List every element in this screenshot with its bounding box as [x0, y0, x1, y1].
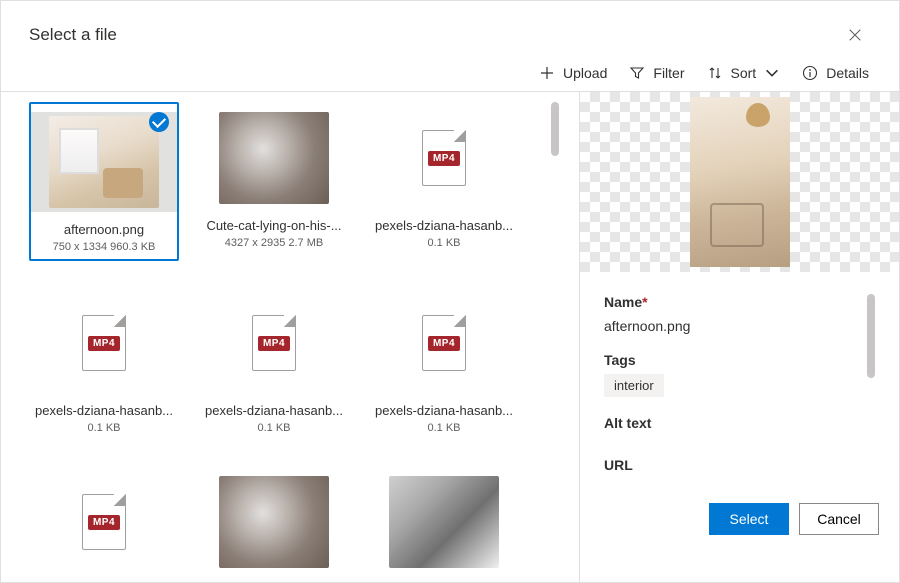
name-label: Name* [604, 294, 855, 310]
preview-image-wrap [580, 92, 899, 272]
preview-pane: Name* afternoon.png Tags interior Alt te… [579, 92, 899, 582]
file-picker-dialog: Select a file Upload Filter Sort Details… [0, 0, 900, 583]
alt-text-label: Alt text [604, 415, 855, 431]
file-name: pexels-dziana-hasanb... [201, 403, 347, 418]
file-thumbnail: MP4 [379, 293, 509, 393]
file-item[interactable]: MP4 [29, 466, 179, 576]
file-thumbnail [209, 472, 339, 572]
sort-icon [707, 65, 723, 81]
mp4-badge: MP4 [88, 515, 120, 530]
file-name: Cute-cat-lying-on-his-... [202, 218, 345, 233]
toolbar: Upload Filter Sort Details [1, 59, 899, 92]
plus-icon [539, 65, 555, 81]
selected-check-icon [149, 112, 169, 132]
name-value[interactable]: afternoon.png [604, 318, 855, 334]
file-thumbnail: MP4 [379, 108, 509, 208]
file-meta: 0.1 KB [427, 237, 460, 249]
file-name: afternoon.png [60, 222, 148, 237]
sort-label: Sort [731, 65, 757, 81]
close-icon [848, 28, 862, 42]
mp4-badge: MP4 [428, 151, 460, 166]
sort-button[interactable]: Sort [707, 65, 781, 81]
preview-image [690, 97, 790, 267]
file-thumbnail [209, 108, 339, 208]
file-icon: MP4 [82, 494, 126, 550]
file-item[interactable]: MP4 pexels-dziana-hasanb... 0.1 KB [369, 102, 519, 261]
file-meta: 750 x 1334 960.3 KB [53, 241, 156, 253]
image-thumbnail [49, 116, 159, 208]
file-item[interactable]: MP4 pexels-dziana-hasanb... 0.1 KB [369, 287, 519, 440]
preview-scrollbar[interactable] [867, 294, 875, 378]
file-name: pexels-dziana-hasanb... [371, 403, 517, 418]
file-meta: 0.1 KB [427, 422, 460, 434]
info-icon [802, 65, 818, 81]
chevron-down-icon [764, 65, 780, 81]
dialog-header: Select a file [1, 1, 899, 59]
dialog-title: Select a file [29, 25, 117, 45]
dialog-footer: Select Cancel [580, 491, 899, 547]
file-item[interactable]: Cute-cat-lying-on-his-... 4327 x 2935 2.7… [199, 102, 349, 261]
details-label: Details [826, 65, 869, 81]
file-name: pexels-dziana-hasanb... [371, 218, 517, 233]
file-grid-wrap[interactable]: afternoon.png 750 x 1334 960.3 KB Cute-cat… [1, 92, 579, 582]
mp4-badge: MP4 [258, 336, 290, 351]
file-icon: MP4 [82, 315, 126, 371]
file-thumbnail: MP4 [209, 293, 339, 393]
file-thumbnail: MP4 [39, 472, 169, 572]
image-thumbnail [219, 112, 329, 204]
tag-chip[interactable]: interior [604, 374, 664, 397]
image-thumbnail [389, 476, 499, 568]
filter-icon [629, 65, 645, 81]
filter-button[interactable]: Filter [629, 65, 684, 81]
file-thumbnail [379, 472, 509, 572]
close-button[interactable] [839, 19, 871, 51]
image-thumbnail [219, 476, 329, 568]
file-meta: 4327 x 2935 2.7 MB [225, 237, 323, 249]
grid-scrollbar[interactable] [551, 102, 559, 156]
select-button[interactable]: Select [709, 503, 789, 535]
file-meta: 0.1 KB [87, 422, 120, 434]
file-icon: MP4 [252, 315, 296, 371]
file-thumbnail: MP4 [39, 293, 169, 393]
file-item[interactable]: MP4 pexels-dziana-hasanb... 0.1 KB [29, 287, 179, 440]
content-area: afternoon.png 750 x 1334 960.3 KB Cute-cat… [1, 92, 899, 582]
preview-fields: Name* afternoon.png Tags interior Alt te… [604, 290, 855, 473]
file-item[interactable]: MP4 pexels-dziana-hasanb... 0.1 KB [199, 287, 349, 440]
filter-label: Filter [653, 65, 684, 81]
cancel-button[interactable]: Cancel [799, 503, 879, 535]
mp4-badge: MP4 [88, 336, 120, 351]
file-icon: MP4 [422, 130, 466, 186]
file-icon: MP4 [422, 315, 466, 371]
mp4-badge: MP4 [428, 336, 460, 351]
upload-button[interactable]: Upload [539, 65, 607, 81]
tags-label: Tags [604, 352, 855, 368]
upload-label: Upload [563, 65, 607, 81]
url-label: URL [604, 457, 855, 473]
file-meta: 0.1 KB [257, 422, 290, 434]
details-button[interactable]: Details [802, 65, 869, 81]
file-item[interactable] [369, 466, 519, 576]
file-item[interactable]: afternoon.png 750 x 1334 960.3 KB [29, 102, 179, 261]
file-grid: afternoon.png 750 x 1334 960.3 KB Cute-cat… [29, 102, 551, 582]
file-name: pexels-dziana-hasanb... [31, 403, 177, 418]
preview-metadata: Name* afternoon.png Tags interior Alt te… [580, 272, 899, 491]
file-item[interactable] [199, 466, 349, 576]
